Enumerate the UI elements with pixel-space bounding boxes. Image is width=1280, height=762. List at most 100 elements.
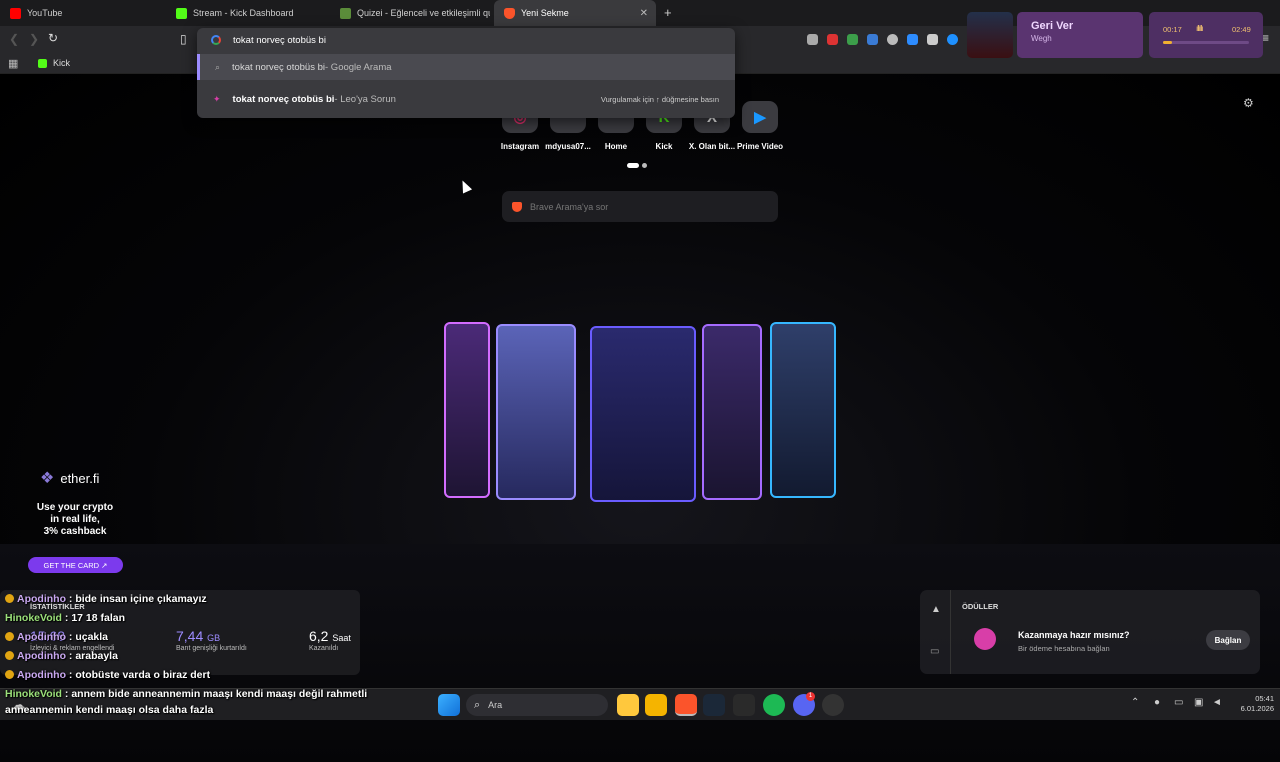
extension-icon[interactable]: [887, 34, 898, 45]
elapsed-time: 00:17: [1163, 25, 1182, 34]
taskbar-search-label: Ara: [488, 700, 503, 710]
rewards-headline: Kazanmaya hazır mısınız?: [1018, 630, 1130, 640]
reload-icon[interactable]: ↻: [48, 31, 58, 45]
chat-text: anneannemin kendi maaşı olsa daha fazla: [5, 704, 214, 716]
tab-kick-dashboard[interactable]: Stream - Kick Dashboard: [166, 0, 326, 26]
pager-dot[interactable]: [642, 163, 647, 168]
rewards-sidebar: ▲ ▭: [920, 590, 951, 674]
bandwidth-number: 7,44: [176, 628, 204, 644]
extension-icon[interactable]: [827, 34, 838, 45]
sponsor-logo: ❖ ether.fi: [40, 468, 99, 488]
pager-dot-active[interactable]: [627, 163, 639, 168]
stack-icon[interactable]: [927, 34, 938, 45]
taskbar-search[interactable]: ⌕ Ara: [466, 694, 608, 716]
suggestion-hint: Vurgulamak için ↑ düğmesine basın: [600, 94, 719, 104]
topsites-pager[interactable]: [627, 163, 647, 168]
topsite-label: Prime Video: [736, 142, 784, 151]
chat-badge-icon: [5, 632, 14, 641]
tab-new-tab[interactable]: Yeni Sekme ✕: [494, 0, 656, 26]
topsite-prime-video[interactable]: ▶: [742, 101, 778, 133]
time-unit: Saat: [332, 633, 351, 643]
progress-track[interactable]: [1163, 41, 1249, 44]
rewards-icon: [974, 628, 996, 650]
chat-user: HinokeVoid: [5, 688, 62, 700]
etherfi-logo-icon: ❖: [40, 470, 55, 487]
playback-controls[interactable]: 00:17 ıllıllı 02:49: [1149, 12, 1263, 58]
chat-message: Apodinho : bide insan içine çıkamayız: [5, 593, 207, 605]
brave-icon: [504, 7, 515, 19]
chat-message: Apodinho : uçakla: [5, 631, 108, 643]
sponsor-tagline: Use your crypto in real life, 3% cashbac…: [30, 502, 120, 538]
menu-icon[interactable]: ≡: [1262, 31, 1269, 45]
close-tab-icon[interactable]: ✕: [640, 8, 648, 19]
drive-icon[interactable]: [847, 34, 858, 45]
bookmark-kick[interactable]: Kick: [38, 58, 70, 68]
network-icon[interactable]: ▣: [1194, 697, 1203, 708]
file-explorer-icon[interactable]: [645, 694, 667, 716]
tab-label: Quizei - Eğlenceli ve etkileşimli quizl: [357, 8, 490, 18]
app-icon[interactable]: [822, 694, 844, 716]
track-artist: Wegh: [1031, 34, 1052, 43]
suggestion-query: tokat norveç otobüs bi: [232, 61, 325, 73]
clock-time: 05:41: [1255, 694, 1274, 703]
translate-icon[interactable]: [867, 34, 878, 45]
brave-taskbar-icon[interactable]: [675, 694, 697, 716]
chat-text: : uçakla: [65, 631, 109, 643]
suggestion-leo[interactable]: ✦ tokat norveç otobüs bi - Leo'ya Sorun …: [197, 86, 735, 112]
youtube-icon: [10, 7, 21, 19]
tab-youtube[interactable]: YouTube: [0, 0, 165, 26]
bookmark-icon[interactable]: ▯: [180, 32, 187, 46]
rewards-title: ÖDÜLLER: [962, 602, 999, 611]
forward-icon[interactable]: ❯: [29, 32, 39, 46]
tab-quizei[interactable]: Quizei - Eğlenceli ve etkileşimli quizl: [330, 0, 490, 26]
settings-gear-icon[interactable]: ⚙: [1243, 96, 1254, 110]
brave-search-input[interactable]: [530, 201, 760, 212]
chat-badge-icon: [5, 670, 14, 679]
total-time: 02:49: [1232, 25, 1251, 34]
address-bar-input[interactable]: [233, 32, 713, 48]
extension-icon[interactable]: [907, 34, 918, 45]
chat-message: Apodinho : otobüste varda o biraz dert: [5, 669, 210, 681]
time-saved-label: Kazanıldı: [309, 645, 339, 652]
windows-start-icon[interactable]: [438, 694, 460, 716]
widgets-icon[interactable]: [617, 694, 639, 716]
chat-text: : otobüste varda o biraz dert: [65, 669, 211, 681]
time-saved-value: 6,2 Saat: [309, 628, 351, 644]
ads-icon[interactable]: ▭: [930, 646, 939, 657]
now-playing-title-card[interactable]: Geri Ver Wegh: [1017, 12, 1143, 58]
sponsor-line: in real life,: [50, 514, 100, 525]
extension-icon[interactable]: [947, 34, 958, 45]
back-icon[interactable]: ❮: [9, 32, 19, 46]
bandwidth-value: 7,44 GB: [176, 628, 220, 644]
steam-icon[interactable]: [703, 694, 725, 716]
tab-label: YouTube: [27, 8, 63, 18]
suggestion-source: - Leo'ya Sorun: [334, 93, 396, 105]
spotify-icon[interactable]: [763, 694, 785, 716]
brave-search-box[interactable]: [502, 191, 778, 222]
volume-icon[interactable]: ◄: [1212, 697, 1222, 708]
background-image-cards: [440, 320, 840, 510]
new-tab-button[interactable]: +: [664, 5, 672, 20]
rewards-subtext: Bir ödeme hesabına bağlan: [1018, 644, 1110, 653]
apps-grid-icon[interactable]: ▦: [8, 57, 18, 70]
clock-date: 6.01.2026: [1240, 704, 1274, 713]
get-card-button[interactable]: GET THE CARD ↗: [28, 557, 123, 573]
clock[interactable]: 05:41 6.01.2026: [1230, 694, 1274, 714]
chat-badge-icon: [5, 651, 14, 660]
epic-games-icon[interactable]: [733, 694, 755, 716]
chat-message: HinokeVoid : 17 18 falan: [5, 612, 125, 624]
extension-icon[interactable]: [807, 34, 818, 45]
connect-button[interactable]: Bağlan: [1206, 630, 1250, 650]
suggestion-query: tokat norveç otobüs bi: [232, 93, 335, 105]
search-icon: ⌕: [215, 61, 221, 72]
suggestion-google[interactable]: ⌕ tokat norveç otobüs bi - Google Arama: [197, 54, 735, 80]
bookmark-label: Kick: [53, 58, 71, 68]
tray-expand-icon[interactable]: ⌃: [1131, 697, 1139, 708]
chat-text: : bide insan içine çıkamayız: [65, 593, 207, 605]
chat-badge-icon: [5, 594, 14, 603]
chat-user: Apodinho: [17, 631, 66, 643]
mic-icon[interactable]: ●: [1154, 697, 1160, 708]
play-icon: ▶: [754, 109, 766, 126]
search-icon: ⌕: [474, 698, 481, 711]
keyboard-icon[interactable]: ▭: [1174, 697, 1183, 708]
